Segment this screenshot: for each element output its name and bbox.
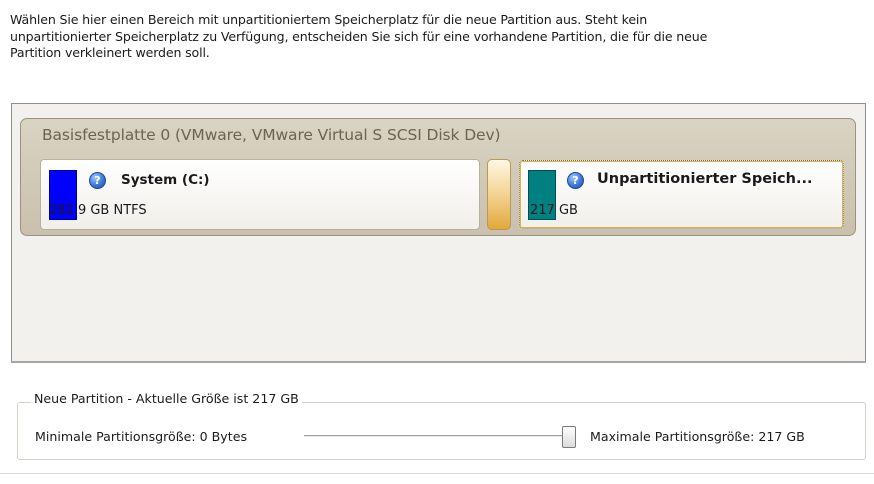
- disk-title: Basisfestplatte 0 (VMware, VMware Virtua…: [42, 126, 501, 144]
- new-partition-legend: Neue Partition - Aktuelle Größe ist 217 …: [31, 391, 302, 406]
- partition-size-slider-track[interactable]: [304, 435, 576, 438]
- bottom-divider: [0, 473, 874, 474]
- partition-unpartitioned-size: 217 GB: [530, 203, 578, 218]
- partition-resize-handle[interactable]: [487, 159, 511, 230]
- instruction-line-3: Partition verkleinert werden soll.: [10, 45, 210, 60]
- instruction-text: Wählen Sie hier einen Bereich mit unpart…: [10, 12, 866, 62]
- partition-system-size: 282.9 GB NTFS: [49, 203, 147, 218]
- partition-system-label: System (C:): [121, 172, 210, 188]
- partition-system-c[interactable]: [40, 159, 480, 230]
- instruction-line-2: unpartitionierter Speicherplatz zu Verfü…: [10, 28, 708, 44]
- partition-unpartitioned-label: Unpartitionierter Speich...: [597, 171, 813, 187]
- help-icon[interactable]: ?: [89, 172, 106, 189]
- min-partition-size-label: Minimale Partitionsgröße: 0 Bytes: [35, 429, 248, 444]
- max-partition-size-label: Maximale Partitionsgröße: 217 GB: [590, 429, 805, 444]
- help-icon[interactable]: ?: [567, 172, 584, 189]
- partition-size-slider-thumb[interactable]: [562, 426, 576, 448]
- disk-map-panel-edge: [11, 361, 866, 363]
- partition-wizard-page: Wählen Sie hier einen Bereich mit unpart…: [0, 0, 874, 484]
- instruction-line-1: Wählen Sie hier einen Bereich mit unpart…: [10, 12, 648, 27]
